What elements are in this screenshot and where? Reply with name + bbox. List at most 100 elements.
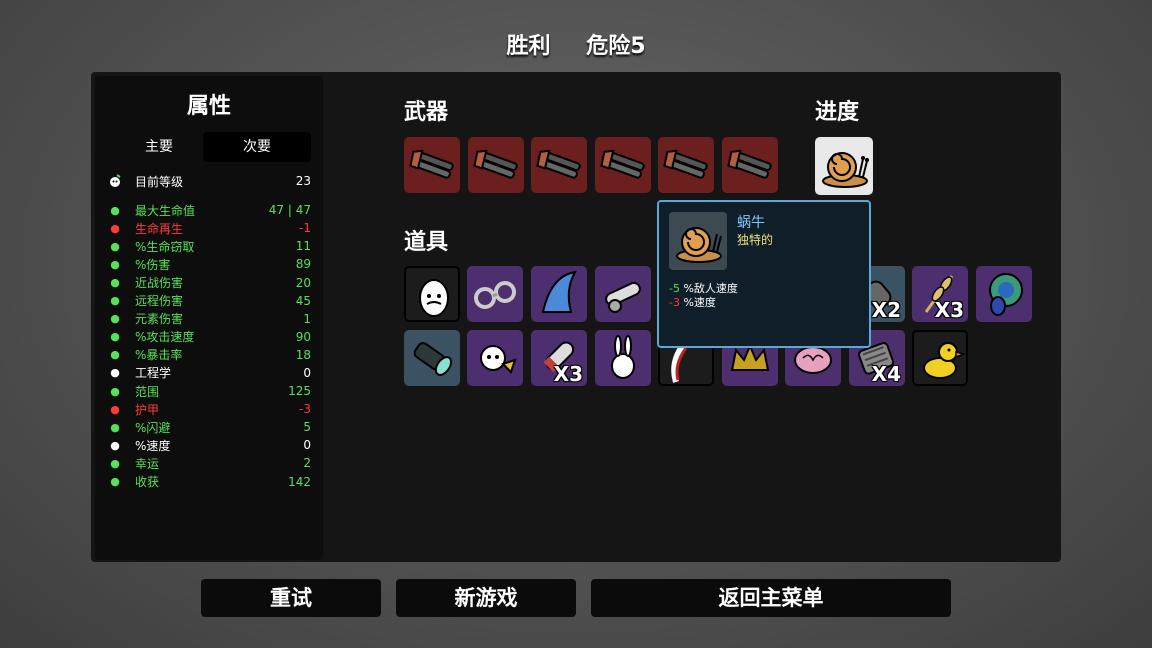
stat-row: ● 工程学 0 — [107, 364, 311, 382]
stat-label: 范围 — [135, 384, 160, 399]
tab-primary[interactable]: 主要 — [109, 132, 209, 162]
effect-value: -3 — [669, 296, 680, 309]
stat-row-level: 目前等级 23 — [107, 172, 311, 190]
stat-row: ● 护甲 -3 — [107, 400, 311, 418]
effect-label: %敌人速度 — [679, 282, 738, 295]
item-slot[interactable] — [595, 266, 651, 322]
stat-value: 142 — [288, 474, 311, 489]
tab-secondary[interactable]: 次要 — [203, 132, 311, 162]
stat-label: %攻击速度 — [135, 330, 195, 345]
damage-icon: ● — [110, 257, 120, 271]
stat-value: 89 — [295, 257, 311, 272]
boot-icon: ● — [110, 438, 120, 452]
double-barrel-gun-icon — [472, 149, 518, 179]
snail-icon — [676, 227, 722, 263]
weapon-slot[interactable] — [531, 137, 588, 193]
stat-value: 2 — [303, 456, 311, 471]
tooltip-item-tag: 独特的 — [737, 233, 774, 247]
weapon-slot[interactable] — [722, 137, 778, 193]
tooltip-item-name: 蜗牛 — [737, 215, 765, 231]
item-slot[interactable] — [976, 266, 1032, 322]
wrench-icon: ● — [110, 366, 120, 380]
stat-value: 18 — [295, 347, 311, 362]
stat-value: 47 | 47 — [268, 203, 311, 218]
stat-label: %伤害 — [135, 257, 171, 272]
stat-row: ● %攻击速度 90 — [107, 328, 311, 346]
stat-row: ● %速度 0 — [107, 436, 311, 454]
item-slot[interactable] — [467, 266, 523, 322]
stat-value: 11 — [295, 239, 311, 254]
stat-label: 目前等级 — [135, 174, 184, 189]
handcuffs-icon — [474, 281, 516, 309]
stat-value: -3 — [299, 402, 311, 417]
shark-fin-icon — [541, 270, 577, 313]
item-slot[interactable]: X3 — [912, 266, 968, 322]
item-slot[interactable] — [467, 330, 523, 386]
harvest-icon: ● — [110, 475, 120, 489]
stat-value: 90 — [295, 329, 311, 344]
duck-icon — [923, 342, 967, 379]
stat-label: %生命窃取 — [135, 239, 195, 254]
rabbit-icon — [611, 335, 635, 379]
item-count: X3 — [553, 362, 583, 386]
flame-icon: ● — [110, 312, 120, 326]
peacock-icon — [989, 273, 1023, 316]
stats-panel: 属性 主要 次要 目前等级 23 ● 最大生命值 47 | 47 ● 生命再生 -1 ● %生… — [95, 76, 323, 560]
double-barrel-gun-icon — [536, 149, 581, 179]
cannon-icon — [605, 281, 641, 313]
double-barrel-gun-icon — [600, 149, 645, 179]
stat-label: 最大生命值 — [135, 203, 196, 218]
stat-value: 20 — [295, 275, 311, 290]
snail-icon — [822, 152, 869, 188]
stat-row: ● %生命窃取 11 — [107, 237, 311, 255]
item-slot[interactable] — [912, 330, 968, 386]
item-count: X3 — [934, 298, 964, 322]
item-slot[interactable] — [531, 266, 587, 322]
hourglass-icon: ● — [110, 330, 120, 344]
stat-value: 125 — [288, 384, 311, 399]
dice-icon: ● — [110, 456, 120, 470]
heart-icon: ● — [110, 203, 120, 217]
new-game-button[interactable]: 新游戏 — [396, 579, 576, 617]
danger-label: 危险5 — [586, 34, 646, 59]
stat-row: ● %暴击率 18 — [107, 346, 311, 364]
stat-value: 1 — [303, 311, 311, 326]
stats-title: 属性 — [186, 94, 231, 119]
item-slot[interactable] — [404, 266, 460, 322]
stat-value: 0 — [303, 365, 311, 380]
stat-row: ● %闪避 5 — [107, 418, 311, 436]
stat-value: -1 — [299, 221, 311, 236]
stat-label: 工程学 — [135, 366, 172, 381]
stat-value: 0 — [303, 438, 311, 453]
weapon-slot[interactable] — [594, 137, 651, 193]
stat-row: ● 幸运 2 — [107, 454, 311, 472]
stat-list: 目前等级 23 ● 最大生命值 47 | 47 ● 生命再生 -1 ● %生命窃取 11 ● %伤害… — [107, 172, 311, 491]
weapon-slot[interactable] — [404, 137, 460, 193]
stat-row: ● 范围 125 — [107, 382, 311, 400]
item-slot[interactable] — [404, 330, 460, 386]
items-title: 道具 — [404, 230, 449, 255]
weapons-title: 武器 — [404, 100, 449, 125]
flashlight-icon — [413, 342, 453, 376]
lifesteal-icon: ● — [110, 239, 120, 253]
retry-button[interactable]: 重试 — [201, 579, 381, 617]
result-header: 胜利 危险5 — [0, 28, 1152, 60]
crit-icon: ● — [110, 348, 120, 362]
effect-label: %速度 — [679, 296, 716, 309]
stat-label: 生命再生 — [135, 221, 184, 236]
item-slot[interactable]: X3 — [531, 330, 587, 386]
main-menu-button[interactable]: 返回主菜单 — [591, 579, 951, 617]
item-slot[interactable] — [595, 330, 651, 386]
weapon-slot[interactable] — [467, 137, 524, 193]
weapon-slot[interactable] — [658, 137, 715, 193]
stat-label: 元素伤害 — [135, 312, 184, 327]
dodge-icon: ● — [110, 420, 120, 434]
stat-label: 护甲 — [135, 402, 160, 417]
bow-icon: ● — [110, 294, 120, 308]
stat-label: %暴击率 — [135, 348, 183, 363]
progress-title: 进度 — [815, 100, 860, 125]
stat-value: 45 — [295, 293, 311, 308]
effect-value: -5 — [669, 282, 680, 295]
progress-item-slot[interactable] — [815, 137, 873, 195]
stat-row: ● %伤害 89 — [107, 255, 311, 273]
